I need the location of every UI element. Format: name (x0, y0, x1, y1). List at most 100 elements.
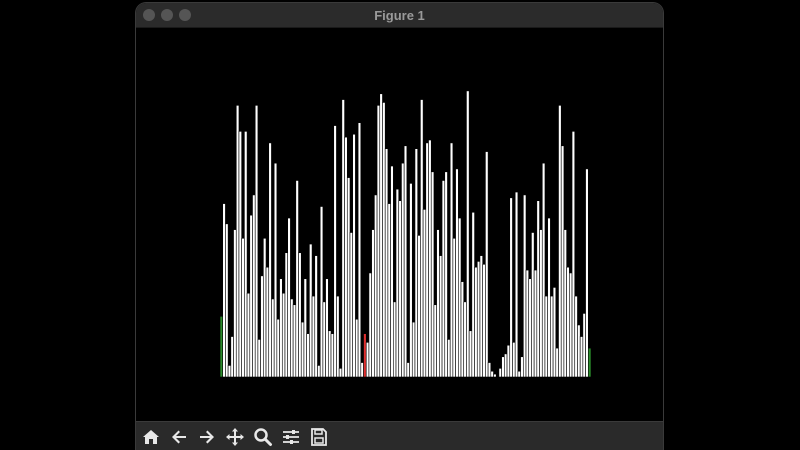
bar (441, 180, 446, 378)
bar (328, 330, 332, 378)
bar (471, 211, 475, 378)
bar (482, 263, 486, 378)
bar (219, 316, 224, 378)
bar (333, 125, 337, 378)
bar (401, 162, 405, 378)
bar (547, 217, 551, 378)
bar (295, 180, 299, 378)
bar (458, 217, 462, 378)
bar (306, 333, 310, 378)
forward-button[interactable] (195, 425, 219, 449)
bar (246, 292, 251, 378)
home-icon (143, 430, 159, 444)
bar (346, 177, 351, 378)
bar (387, 203, 391, 378)
bar (382, 102, 386, 378)
back-button[interactable] (167, 425, 191, 449)
bar (338, 368, 343, 378)
bar (479, 255, 483, 378)
navigation-toolbar (136, 421, 663, 450)
bar (325, 278, 329, 378)
bar (550, 295, 554, 378)
bar (409, 183, 413, 378)
bar (406, 362, 410, 378)
bar (555, 347, 559, 378)
bar (490, 370, 494, 378)
bar (463, 301, 467, 378)
bar (582, 313, 586, 378)
bar (449, 142, 454, 378)
bar (238, 131, 242, 378)
bar (241, 237, 245, 378)
bar (268, 142, 272, 378)
bar (474, 266, 478, 378)
bar (468, 330, 473, 378)
bar (420, 99, 424, 378)
bar (512, 342, 516, 378)
configure-subplots-icon (283, 430, 299, 444)
pan-icon (226, 428, 244, 446)
bar (235, 105, 240, 378)
bar (569, 272, 573, 378)
bar (374, 194, 378, 378)
bar (257, 339, 261, 378)
bar (330, 333, 335, 378)
bar (260, 275, 264, 378)
window-title: Figure 1 (374, 8, 425, 23)
bar (528, 278, 532, 378)
bar (371, 229, 375, 378)
bar (501, 356, 505, 378)
pan-button[interactable] (223, 425, 247, 449)
bar (506, 344, 511, 378)
bar (284, 252, 289, 378)
bar (355, 318, 359, 378)
bar (341, 99, 345, 378)
bar (336, 295, 340, 378)
bar (390, 165, 394, 378)
bar (436, 229, 440, 378)
bar (265, 266, 270, 378)
bar (249, 214, 253, 378)
bar (563, 229, 567, 378)
bar (522, 194, 527, 378)
bar (428, 139, 432, 378)
zoom-button[interactable] (251, 425, 275, 449)
bar (574, 295, 578, 378)
bar (536, 200, 540, 378)
bar (271, 298, 275, 378)
bar (444, 171, 448, 378)
bar (395, 188, 400, 378)
bar (263, 237, 267, 378)
bar (544, 295, 548, 378)
save-icon (311, 428, 327, 446)
bar (430, 171, 435, 378)
bar (539, 229, 543, 378)
bar (322, 301, 326, 378)
bar (533, 269, 538, 378)
bar (225, 223, 229, 378)
bar (498, 368, 502, 378)
bar (222, 203, 226, 378)
bar (290, 298, 294, 378)
bar (379, 93, 383, 378)
bar (314, 255, 318, 378)
save-button[interactable] (307, 425, 331, 449)
configure-subplots-button[interactable] (279, 425, 303, 449)
bar (493, 373, 497, 378)
bar-chart (219, 90, 592, 378)
bar (411, 321, 416, 378)
bar (298, 252, 302, 378)
bar (577, 324, 581, 378)
bar (439, 255, 443, 378)
bar (276, 318, 280, 378)
home-button[interactable] (139, 425, 163, 449)
figure-canvas[interactable] (136, 28, 663, 421)
bar (254, 105, 259, 378)
bar (552, 287, 557, 378)
bar (287, 217, 291, 378)
bar (455, 168, 459, 378)
bar (433, 304, 437, 378)
bar (541, 162, 546, 378)
bar (531, 232, 535, 378)
back-icon (172, 430, 186, 444)
